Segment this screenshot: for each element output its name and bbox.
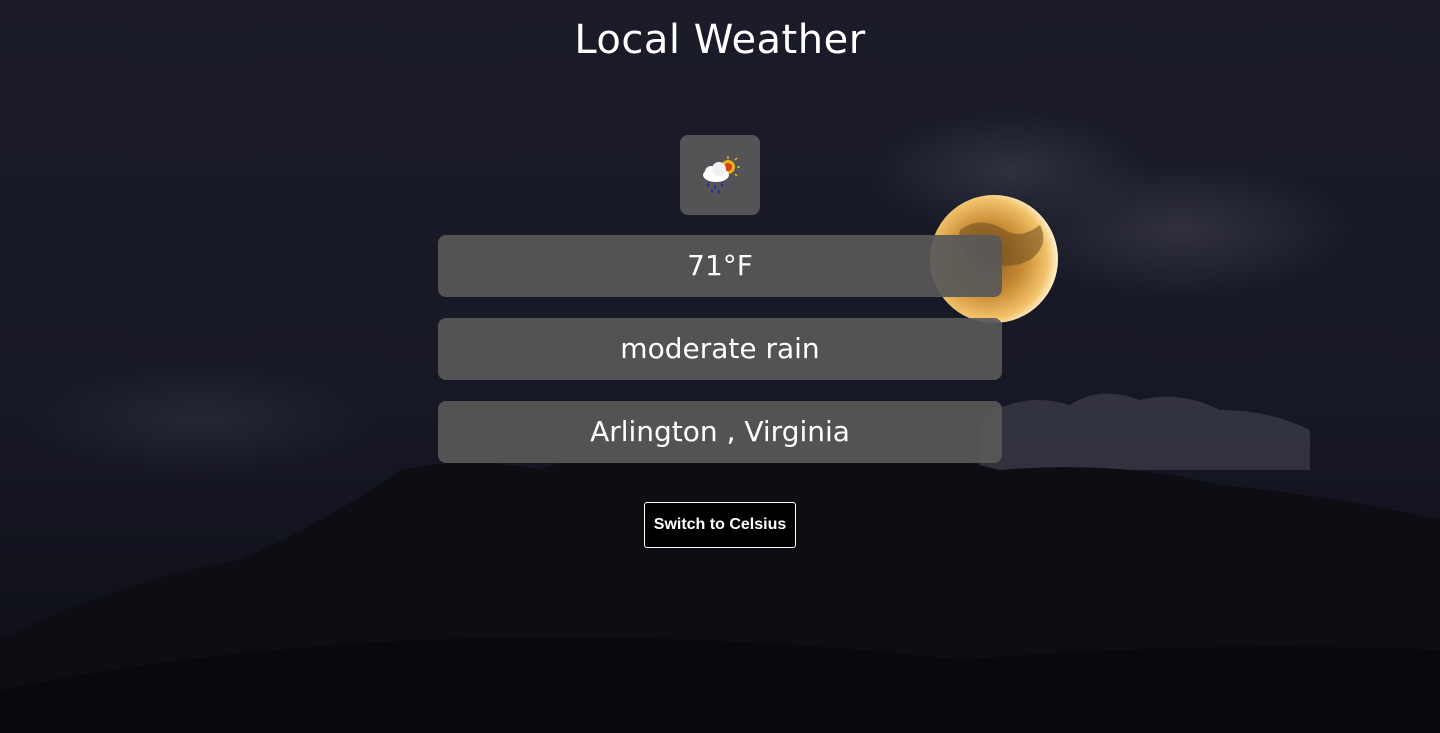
page-title: Local Weather — [574, 17, 866, 63]
condition-panel: moderate rain — [438, 318, 1002, 380]
temperature-panel: 71°F — [438, 235, 1002, 297]
location-panel: Arlington , Virginia — [438, 401, 1002, 463]
weather-icon-box — [680, 135, 760, 215]
temperature-value: 71°F — [687, 249, 753, 282]
weather-app: Local Weather 71°F moderate rain Arlingt… — [0, 0, 1440, 733]
location-text: Arlington , Virginia — [590, 415, 850, 448]
rain-cloud-sun-icon — [703, 156, 740, 194]
switch-unit-button[interactable]: Switch to Celsius — [644, 502, 796, 548]
weather-description: moderate rain — [620, 332, 820, 365]
